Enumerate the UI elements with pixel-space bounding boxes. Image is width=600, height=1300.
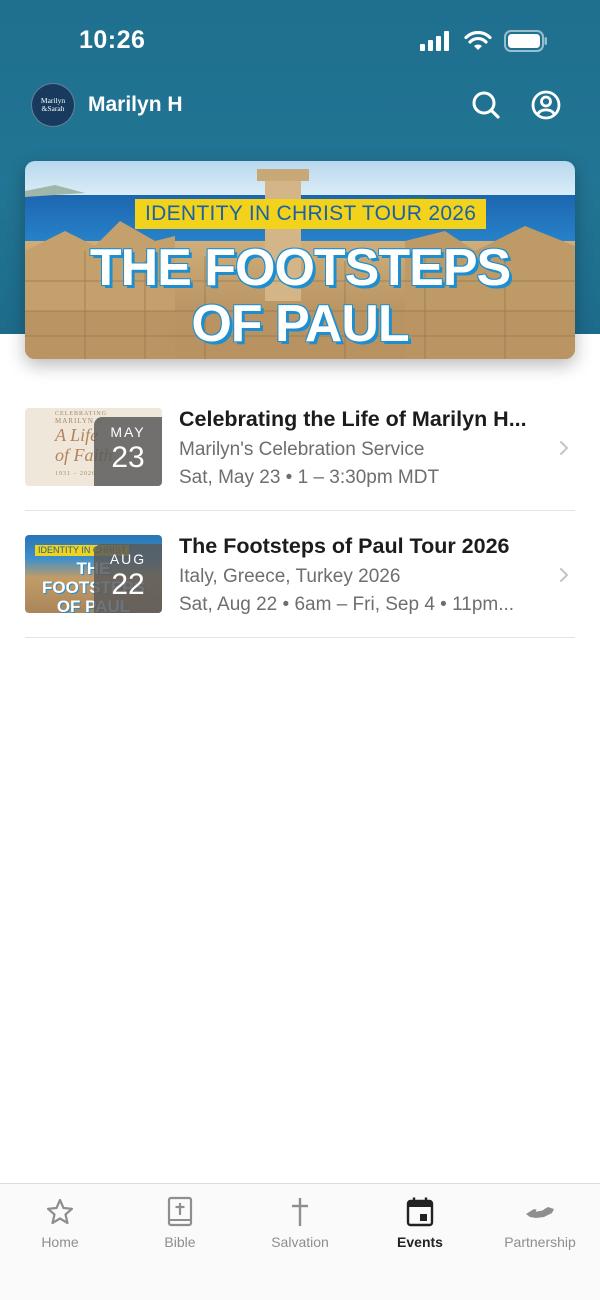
user-name[interactable]: Marilyn H: [88, 93, 183, 117]
profile-icon: [531, 90, 561, 120]
star-icon: [44, 1196, 76, 1228]
event-thumbnail: IDENTITY IN CHRIST THE FOOTSTEPS OF PAUL…: [25, 535, 162, 613]
event-row[interactable]: CELEBRATING MARILYN H A Life of Faith 19…: [25, 384, 575, 511]
tab-label: Partnership: [504, 1234, 576, 1250]
chevron-right-icon: [560, 441, 569, 455]
handshake-icon: [524, 1196, 556, 1228]
event-title: Celebrating the Life of Marilyn H...: [179, 407, 527, 431]
event-subtitle: Marilyn's Celebration Service: [179, 439, 425, 460]
status-bar: 10:26: [0, 0, 600, 80]
event-row[interactable]: IDENTITY IN CHRIST THE FOOTSTEPS OF PAUL…: [25, 511, 575, 638]
tab-label: Salvation: [271, 1234, 329, 1250]
bible-icon: [164, 1196, 196, 1228]
date-badge: AUG 22: [94, 544, 162, 613]
avatar-text-line2: &Sarah: [41, 104, 65, 113]
date-day: 22: [111, 568, 145, 601]
app-header: Marilyn &Sarah Marilyn H: [0, 80, 600, 136]
profile-button[interactable]: [529, 88, 563, 122]
calendar-icon: [404, 1196, 436, 1228]
search-button[interactable]: [469, 88, 503, 122]
events-list: CELEBRATING MARILYN H A Life of Faith 19…: [25, 384, 575, 638]
cross-icon: [284, 1196, 316, 1228]
banner-ribbon: IDENTITY IN CHRIST TOUR 2026: [135, 199, 487, 229]
tab-label: Events: [397, 1234, 443, 1250]
status-time: 10:26: [79, 26, 146, 54]
event-thumbnail: CELEBRATING MARILYN H A Life of Faith 19…: [25, 408, 162, 486]
chevron-right-icon: [560, 568, 569, 582]
featured-banner[interactable]: IDENTITY IN CHRIST TOUR 2026 THE FOOTSTE…: [25, 161, 575, 359]
tab-events[interactable]: Events: [360, 1184, 480, 1264]
battery-icon: [504, 30, 547, 52]
wifi-icon: [464, 31, 492, 50]
search-icon: [472, 91, 500, 119]
tab-partnership[interactable]: Partnership: [480, 1184, 600, 1264]
date-day: 23: [111, 441, 145, 474]
event-date: Sat, Aug 22 • 6am – Fri, Sep 4 • 11pm...: [179, 594, 515, 615]
date-month: MAY: [110, 424, 146, 440]
banner-title-line1: THE FOOTSTEPS: [89, 239, 511, 297]
tab-home[interactable]: Home: [0, 1184, 120, 1264]
event-subtitle: Italy, Greece, Turkey 2026: [179, 566, 401, 587]
date-badge: MAY 23: [94, 417, 162, 486]
avatar[interactable]: Marilyn &Sarah: [31, 83, 75, 127]
date-month: AUG: [109, 551, 147, 567]
tab-label: Home: [41, 1234, 79, 1250]
tab-salvation[interactable]: Salvation: [240, 1184, 360, 1264]
tab-bar: Home Bible Salvation Events Partnership: [0, 1183, 600, 1300]
banner-title-line2: OF PAUL: [191, 295, 409, 353]
tab-label: Bible: [164, 1234, 196, 1250]
event-date: Sat, May 23 • 1 – 3:30pm MDT: [179, 467, 440, 488]
event-title: The Footsteps of Paul Tour 2026: [179, 534, 510, 558]
status-icons: [420, 30, 548, 52]
tab-bible[interactable]: Bible: [120, 1184, 240, 1264]
signal-icon: [420, 31, 449, 51]
